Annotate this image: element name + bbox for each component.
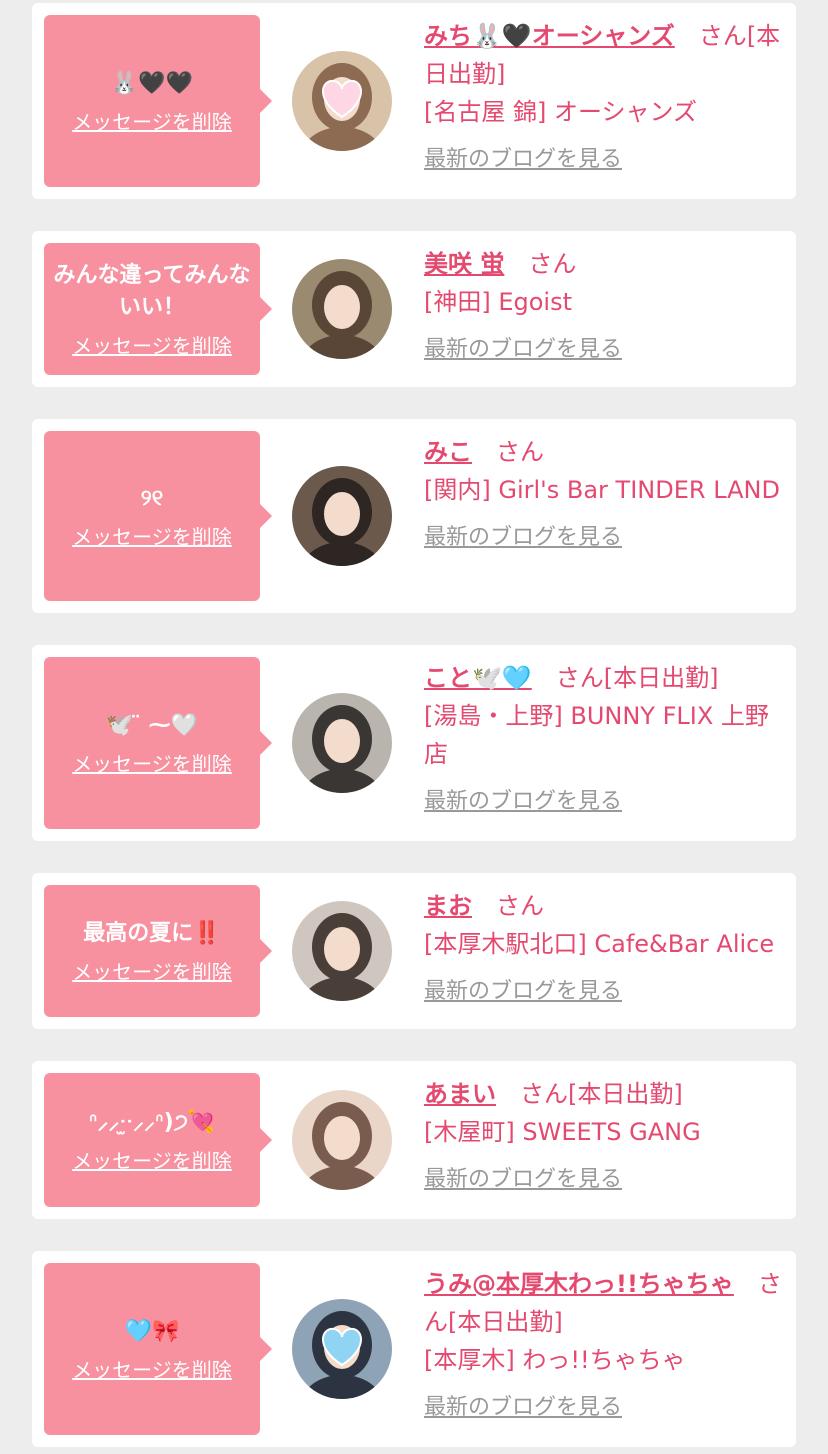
name-line: 美咲 蛍さん [424,245,784,283]
message-bubble: 🕊️ ̈ ⁓🤍 メッセージを削除 [44,657,272,829]
profile-name-link[interactable]: みち🐰🖤オーシャンズ [424,22,675,50]
shop-label: [神田] Egoist [424,288,573,316]
message-card: 最高の夏に‼️ メッセージを削除 まお さん [本厚木駅北口] Cafe&Bar Ali… [32,873,796,1029]
profile-info: あまい さん[本日出勤] [木屋町] SWEETS GANG 最新のブログを見る [424,1075,784,1199]
avatar[interactable] [292,51,392,151]
honorific: さん [528,250,577,278]
honorific: さん [496,892,544,920]
message-bubble: 🩵🎀 メッセージを削除 [44,1263,272,1435]
message-text: ୨୧ [140,485,164,511]
latest-blog-link[interactable]: 最新のブログを見る [424,519,622,557]
profile-name-link[interactable]: こと🕊️🩵 [424,664,532,692]
profile-info: みち🐰🖤オーシャンズ さん[本日出勤] [名古屋 錦] オーシャンズ最新のブログを見… [424,17,784,179]
profile-info: まお さん [本厚木駅北口] Cafe&Bar Alice 最新のブログを見る [424,887,784,1011]
delete-message-link[interactable]: メッセージを削除 [72,106,232,135]
shop-label: [木屋町] SWEETS GANG [424,1118,701,1146]
profile-info: みこ さん [関内] Girl's Bar TINDER LAND 最新のブログを見る [424,433,784,557]
honorific: さん [496,438,544,466]
delete-message-link[interactable]: メッセージを削除 [72,1354,232,1383]
delete-message-link[interactable]: メッセージを削除 [72,330,232,359]
profile-info: うみ@本厚木わっ!!ちゃちゃ さん[本日出勤] [本厚木] わっ!!ちゃちゃ最新のブ… [424,1265,784,1427]
message-card: ᐢ⸝⸝ᐧ̫ᐧ⸝⸝ᐢ)੭💘 メッセージを削除 あまい さん[本日出勤] [木屋町] SWE… [32,1061,796,1219]
message-text: ᐢ⸝⸝ᐧ̫ᐧ⸝⸝ᐢ)੭💘 [88,1109,216,1135]
latest-blog-link[interactable]: 最新のブログを見る [424,1161,622,1199]
working-today-badge: [本日出勤] [603,664,719,692]
message-bubble: ᐢ⸝⸝ᐧ̫ᐧ⸝⸝ᐢ)੭💘 メッセージを削除 [44,1073,272,1207]
avatar[interactable] [292,693,392,793]
message-card: 🐰🖤🖤 メッセージを削除 みち🐰🖤オーシャンズ さん[本日出勤] [名古屋 錦] オーシ… [32,3,796,199]
message-bubble: 🐰🖤🖤 メッセージを削除 [44,15,272,187]
name-line: みこ さん [424,433,784,471]
shop-label: [本厚木駅北口] Cafe&Bar Alice [424,930,775,958]
delete-message-link[interactable]: メッセージを削除 [72,521,232,550]
message-text: 🕊️ ̈ ⁓🤍 [105,712,199,738]
message-bubble: みんな違ってみんないい！ メッセージを削除 [44,243,272,375]
message-bubble: 最高の夏に‼️ メッセージを削除 [44,885,272,1017]
profile-info: 美咲 蛍さん [神田] Egoist 最新のブログを見る [424,245,784,369]
latest-blog-link[interactable]: 最新のブログを見る [424,783,622,821]
profile-name-link[interactable]: うみ@本厚木わっ!!ちゃちゃ [424,1270,734,1298]
latest-blog-link[interactable]: 最新のブログを見る [424,1389,622,1427]
working-today-badge: [本日出勤] [448,1308,563,1336]
avatar[interactable] [292,901,392,1001]
profile-info: こと🕊️🩵 さん[本日出勤] [湯島・上野] BUNNY FLIX 上野店最新のブロ… [424,659,784,821]
name-line: うみ@本厚木わっ!!ちゃちゃ さん[本日出勤] [424,1265,784,1341]
avatar[interactable] [292,1090,392,1190]
latest-blog-link[interactable]: 最新のブログを見る [424,331,622,369]
avatar[interactable] [292,1299,392,1399]
avatar[interactable] [292,259,392,359]
message-text: 🩵🎀 [124,1318,180,1344]
name-line: みち🐰🖤オーシャンズ さん[本日出勤] [424,17,784,93]
name-line: あまい さん[本日出勤] [424,1075,784,1113]
message-text: みんな違ってみんないい！ [53,262,251,320]
name-line: まお さん [424,887,784,925]
message-card: 🩵🎀 メッセージを削除 うみ@本厚木わっ!!ちゃちゃ さん[本日出勤] [本厚木] わっ… [32,1251,796,1447]
message-card: ୨୧ メッセージを削除 みこ さん [関内] Girl's Bar TINDER LAN… [32,419,796,613]
profile-name-link[interactable]: 美咲 蛍 [424,250,504,278]
shop-label: [本厚木] わっ!!ちゃちゃ [424,1346,686,1374]
name-line: こと🕊️🩵 さん[本日出勤] [424,659,784,697]
avatar[interactable] [292,466,392,566]
honorific: さん [520,1080,568,1108]
honorific: さん [698,22,747,50]
shop-label: [名古屋 錦] オーシャンズ [424,98,698,126]
delete-message-link[interactable]: メッセージを削除 [72,748,232,777]
message-bubble: ୨୧ メッセージを削除 [44,431,272,601]
profile-name-link[interactable]: あまい [424,1080,496,1108]
shop-label: [関内] Girl's Bar TINDER LAND [424,476,780,504]
profile-name-link[interactable]: みこ [424,438,472,466]
profile-name-link[interactable]: まお [424,892,472,920]
message-card-list: 🐰🖤🖤 メッセージを削除 みち🐰🖤オーシャンズ さん[本日出勤] [名古屋 錦] オーシ… [0,0,828,1454]
working-today-badge: [本日出勤] [568,1080,683,1108]
honorific: さん [555,664,604,692]
shop-label: [湯島・上野] BUNNY FLIX 上野店 [424,702,769,768]
message-card: みんな違ってみんないい！ メッセージを削除 美咲 蛍さん [神田] Egoist 最新の… [32,231,796,387]
delete-message-link[interactable]: メッセージを削除 [72,956,232,985]
message-text: 🐰🖤🖤 [110,70,194,96]
message-card: 🕊️ ̈ ⁓🤍 メッセージを削除 こと🕊️🩵 さん[本日出勤] [湯島・上野] BUNN… [32,645,796,841]
message-text: 最高の夏に‼️ [83,920,221,946]
latest-blog-link[interactable]: 最新のブログを見る [424,973,622,1011]
delete-message-link[interactable]: メッセージを削除 [72,1145,232,1174]
latest-blog-link[interactable]: 最新のブログを見る [424,141,622,179]
